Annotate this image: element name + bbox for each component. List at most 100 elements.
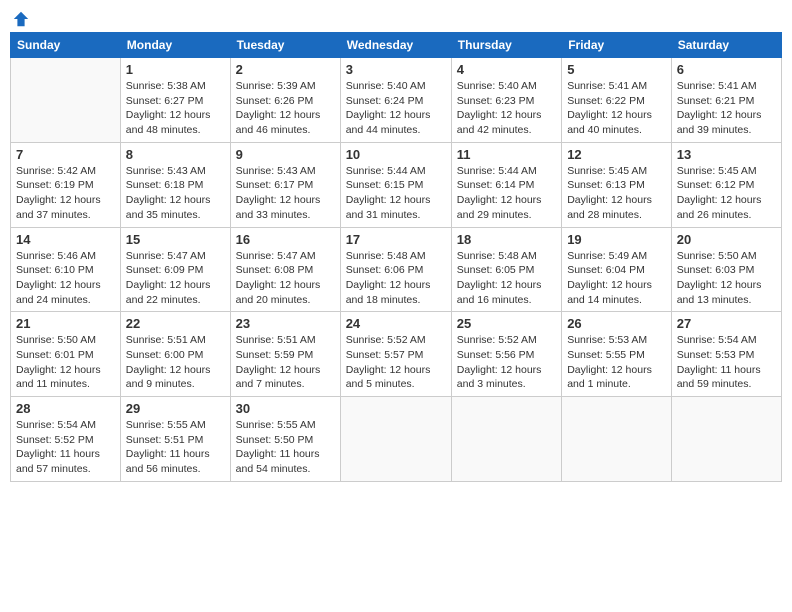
calendar-cell	[11, 58, 121, 143]
day-number: 18	[457, 232, 556, 247]
weekday-header-friday: Friday	[562, 33, 672, 58]
calendar-cell: 6 Sunrise: 5:41 AM Sunset: 6:21 PM Daylig…	[671, 58, 781, 143]
day-detail: Sunrise: 5:43 AM Sunset: 6:17 PM Dayligh…	[236, 164, 335, 223]
calendar-cell: 15 Sunrise: 5:47 AM Sunset: 6:09 PM Dayli…	[120, 227, 230, 312]
calendar-cell: 1Sunrise: 5:38 AM Sunset: 6:27 PM Daylig…	[120, 58, 230, 143]
weekday-header-row: SundayMondayTuesdayWednesdayThursdayFrid…	[11, 33, 782, 58]
calendar-cell: 8 Sunrise: 5:43 AM Sunset: 6:18 PM Daylig…	[120, 142, 230, 227]
day-detail: Sunrise: 5:55 AM Sunset: 5:51 PM Dayligh…	[126, 418, 225, 477]
week-row-3: 21Sunrise: 5:50 AM Sunset: 6:01 PM Dayli…	[11, 312, 782, 397]
calendar-cell: 26Sunrise: 5:53 AM Sunset: 5:55 PM Dayli…	[562, 312, 672, 397]
day-detail: Sunrise: 5:52 AM Sunset: 5:57 PM Dayligh…	[346, 333, 446, 392]
day-detail: Sunrise: 5:49 AM Sunset: 6:04 PM Dayligh…	[567, 249, 666, 308]
day-detail: Sunrise: 5:48 AM Sunset: 6:05 PM Dayligh…	[457, 249, 556, 308]
weekday-header-monday: Monday	[120, 33, 230, 58]
day-detail: Sunrise: 5:50 AM Sunset: 6:01 PM Dayligh…	[16, 333, 115, 392]
calendar-cell: 30 Sunrise: 5:55 AM Sunset: 5:50 PM Dayli…	[230, 397, 340, 482]
weekday-header-thursday: Thursday	[451, 33, 561, 58]
day-detail: Sunrise: 5:47 AM Sunset: 6:08 PM Dayligh…	[236, 249, 335, 308]
logo	[10, 10, 30, 24]
day-number: 22	[126, 316, 225, 331]
day-detail: Sunrise: 5:41 AM Sunset: 6:21 PM Dayligh…	[677, 79, 776, 138]
day-number: 16	[236, 232, 335, 247]
calendar-cell: 20 Sunrise: 5:50 AM Sunset: 6:03 PM Dayli…	[671, 227, 781, 312]
calendar-table: SundayMondayTuesdayWednesdayThursdayFrid…	[10, 32, 782, 482]
week-row-2: 14 Sunrise: 5:46 AM Sunset: 6:10 PM Dayli…	[11, 227, 782, 312]
calendar-cell: 25 Sunrise: 5:52 AM Sunset: 5:56 PM Dayli…	[451, 312, 561, 397]
day-number: 26	[567, 316, 666, 331]
calendar-cell: 11 Sunrise: 5:44 AM Sunset: 6:14 PM Dayli…	[451, 142, 561, 227]
day-detail: Sunrise: 5:41 AM Sunset: 6:22 PM Dayligh…	[567, 79, 666, 138]
day-detail: Sunrise: 5:39 AM Sunset: 6:26 PM Dayligh…	[236, 79, 335, 138]
day-number: 12	[567, 147, 666, 162]
calendar-cell: 19 Sunrise: 5:49 AM Sunset: 6:04 PM Dayli…	[562, 227, 672, 312]
day-number: 25	[457, 316, 556, 331]
calendar-cell: 24Sunrise: 5:52 AM Sunset: 5:57 PM Dayli…	[340, 312, 451, 397]
day-number: 23	[236, 316, 335, 331]
day-number: 27	[677, 316, 776, 331]
calendar-cell: 2 Sunrise: 5:39 AM Sunset: 6:26 PM Daylig…	[230, 58, 340, 143]
day-number: 8	[126, 147, 225, 162]
day-number: 4	[457, 62, 556, 77]
week-row-4: 28 Sunrise: 5:54 AM Sunset: 5:52 PM Dayli…	[11, 397, 782, 482]
day-number: 17	[346, 232, 446, 247]
day-detail: Sunrise: 5:40 AM Sunset: 6:24 PM Dayligh…	[346, 79, 446, 138]
calendar-cell: 4 Sunrise: 5:40 AM Sunset: 6:23 PM Daylig…	[451, 58, 561, 143]
day-detail: Sunrise: 5:47 AM Sunset: 6:09 PM Dayligh…	[126, 249, 225, 308]
calendar-cell	[451, 397, 561, 482]
calendar-cell: 27Sunrise: 5:54 AM Sunset: 5:53 PM Dayli…	[671, 312, 781, 397]
day-number: 28	[16, 401, 115, 416]
calendar-cell: 5 Sunrise: 5:41 AM Sunset: 6:22 PM Daylig…	[562, 58, 672, 143]
day-number: 19	[567, 232, 666, 247]
day-number: 3	[346, 62, 446, 77]
calendar-cell: 18 Sunrise: 5:48 AM Sunset: 6:05 PM Dayli…	[451, 227, 561, 312]
day-number: 20	[677, 232, 776, 247]
calendar-cell	[562, 397, 672, 482]
calendar-cell: 23Sunrise: 5:51 AM Sunset: 5:59 PM Dayli…	[230, 312, 340, 397]
day-detail: Sunrise: 5:46 AM Sunset: 6:10 PM Dayligh…	[16, 249, 115, 308]
calendar-cell: 9 Sunrise: 5:43 AM Sunset: 6:17 PM Daylig…	[230, 142, 340, 227]
week-row-0: 1Sunrise: 5:38 AM Sunset: 6:27 PM Daylig…	[11, 58, 782, 143]
day-number: 29	[126, 401, 225, 416]
calendar-cell	[340, 397, 451, 482]
day-number: 30	[236, 401, 335, 416]
day-detail: Sunrise: 5:43 AM Sunset: 6:18 PM Dayligh…	[126, 164, 225, 223]
calendar-cell: 7Sunrise: 5:42 AM Sunset: 6:19 PM Daylig…	[11, 142, 121, 227]
header	[10, 10, 782, 24]
day-number: 11	[457, 147, 556, 162]
day-detail: Sunrise: 5:48 AM Sunset: 6:06 PM Dayligh…	[346, 249, 446, 308]
calendar-cell: 3 Sunrise: 5:40 AM Sunset: 6:24 PM Daylig…	[340, 58, 451, 143]
day-detail: Sunrise: 5:44 AM Sunset: 6:14 PM Dayligh…	[457, 164, 556, 223]
weekday-header-wednesday: Wednesday	[340, 33, 451, 58]
calendar-cell: 14 Sunrise: 5:46 AM Sunset: 6:10 PM Dayli…	[11, 227, 121, 312]
day-detail: Sunrise: 5:45 AM Sunset: 6:12 PM Dayligh…	[677, 164, 776, 223]
day-detail: Sunrise: 5:55 AM Sunset: 5:50 PM Dayligh…	[236, 418, 335, 477]
calendar-cell: 29 Sunrise: 5:55 AM Sunset: 5:51 PM Dayli…	[120, 397, 230, 482]
calendar-cell: 22 Sunrise: 5:51 AM Sunset: 6:00 PM Dayli…	[120, 312, 230, 397]
day-number: 1	[126, 62, 225, 77]
day-number: 10	[346, 147, 446, 162]
day-detail: Sunrise: 5:51 AM Sunset: 6:00 PM Dayligh…	[126, 333, 225, 392]
day-detail: Sunrise: 5:40 AM Sunset: 6:23 PM Dayligh…	[457, 79, 556, 138]
calendar-cell	[671, 397, 781, 482]
weekday-header-saturday: Saturday	[671, 33, 781, 58]
day-detail: Sunrise: 5:50 AM Sunset: 6:03 PM Dayligh…	[677, 249, 776, 308]
day-number: 13	[677, 147, 776, 162]
calendar-cell: 17 Sunrise: 5:48 AM Sunset: 6:06 PM Dayli…	[340, 227, 451, 312]
calendar-cell: 21Sunrise: 5:50 AM Sunset: 6:01 PM Dayli…	[11, 312, 121, 397]
page: SundayMondayTuesdayWednesdayThursdayFrid…	[0, 0, 792, 612]
calendar-cell: 28 Sunrise: 5:54 AM Sunset: 5:52 PM Dayli…	[11, 397, 121, 482]
day-number: 2	[236, 62, 335, 77]
day-number: 9	[236, 147, 335, 162]
weekday-header-sunday: Sunday	[11, 33, 121, 58]
day-detail: Sunrise: 5:54 AM Sunset: 5:52 PM Dayligh…	[16, 418, 115, 477]
day-number: 5	[567, 62, 666, 77]
day-number: 6	[677, 62, 776, 77]
day-number: 7	[16, 147, 115, 162]
calendar-cell: 10Sunrise: 5:44 AM Sunset: 6:15 PM Dayli…	[340, 142, 451, 227]
weekday-header-tuesday: Tuesday	[230, 33, 340, 58]
day-detail: Sunrise: 5:45 AM Sunset: 6:13 PM Dayligh…	[567, 164, 666, 223]
day-number: 15	[126, 232, 225, 247]
day-detail: Sunrise: 5:52 AM Sunset: 5:56 PM Dayligh…	[457, 333, 556, 392]
day-number: 14	[16, 232, 115, 247]
